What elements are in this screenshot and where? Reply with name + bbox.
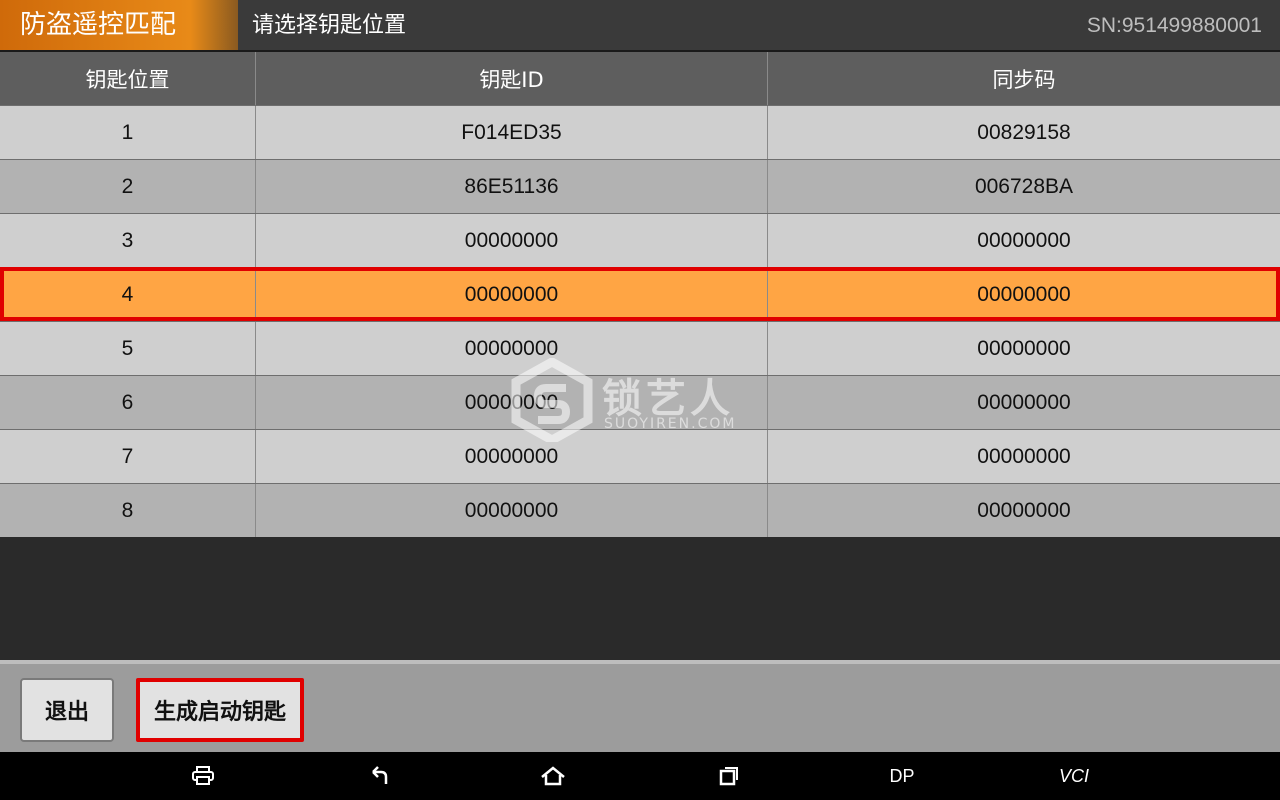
cell-key-id: 86E51136: [256, 160, 768, 213]
table-row[interactable]: 5 00000000 00000000: [0, 321, 1280, 375]
table-row[interactable]: 6 00000000 00000000: [0, 375, 1280, 429]
cell-key-id: F014ED35: [256, 106, 768, 159]
table-row-selected[interactable]: 4 00000000 00000000: [0, 267, 1280, 321]
cell-position: 3: [0, 214, 256, 267]
cell-key-id: 00000000: [256, 376, 768, 429]
cell-sync-code: 006728BA: [974, 174, 1074, 198]
home-icon[interactable]: [536, 752, 570, 800]
print-icon[interactable]: [186, 752, 220, 800]
cell-position: 7: [0, 430, 256, 483]
table-header: 钥匙位置 钥匙ID 同步码: [0, 52, 1280, 105]
back-icon[interactable]: [362, 752, 396, 800]
table-row[interactable]: 7 00000000 00000000: [0, 429, 1280, 483]
cell-key-id: 00000000: [256, 484, 768, 537]
cell-key-id: 00000000: [256, 322, 768, 375]
column-header-position: 钥匙位置: [0, 52, 256, 105]
cell-sync-code: 00000000: [977, 228, 1071, 252]
cell-position: 4: [0, 268, 256, 321]
cell-sync-code: 00000000: [977, 444, 1071, 468]
table-row[interactable]: 1 F014ED35 00829158: [0, 105, 1280, 159]
table-row[interactable]: 8 00000000 00000000: [0, 483, 1280, 537]
system-nav-bar: DP VCI: [0, 752, 1280, 800]
vci-button[interactable]: VCI: [1052, 752, 1096, 800]
action-bar: 退出 生成启动钥匙: [0, 660, 1280, 752]
column-header-sync-code: 同步码: [992, 67, 1056, 92]
cell-sync-code: 00000000: [977, 498, 1071, 522]
cell-position: 2: [0, 160, 256, 213]
recents-icon[interactable]: [712, 752, 746, 800]
cell-position: 1: [0, 106, 256, 159]
page-subtitle: 请选择钥匙位置: [252, 13, 407, 38]
cell-position: 8: [0, 484, 256, 537]
cell-key-id: 00000000: [256, 430, 768, 483]
table-row[interactable]: 2 86E51136 006728BA: [0, 159, 1280, 213]
cell-sync-code: 00000000: [977, 390, 1071, 414]
key-table: 钥匙位置 钥匙ID 同步码 1 F014ED35 00829158 2 86E5…: [0, 52, 1280, 537]
column-header-key-id: 钥匙ID: [256, 52, 768, 105]
cell-key-id: 00000000: [256, 268, 768, 321]
cell-key-id: 00000000: [256, 214, 768, 267]
cell-sync-code: 00000000: [977, 282, 1071, 306]
title-bar: 防盗遥控匹配 请选择钥匙位置 SN:951499880001: [0, 0, 1280, 52]
dp-button[interactable]: DP: [880, 752, 924, 800]
serial-number: SN:951499880001: [1086, 14, 1262, 37]
cell-position: 5: [0, 322, 256, 375]
generate-key-button[interactable]: 生成启动钥匙: [136, 678, 304, 742]
cell-position: 6: [0, 376, 256, 429]
app-title: 防盗遥控匹配: [0, 0, 238, 50]
cell-sync-code: 00829158: [977, 120, 1071, 144]
table-row[interactable]: 3 00000000 00000000: [0, 213, 1280, 267]
cell-sync-code: 00000000: [977, 336, 1071, 360]
exit-button[interactable]: 退出: [20, 678, 114, 742]
